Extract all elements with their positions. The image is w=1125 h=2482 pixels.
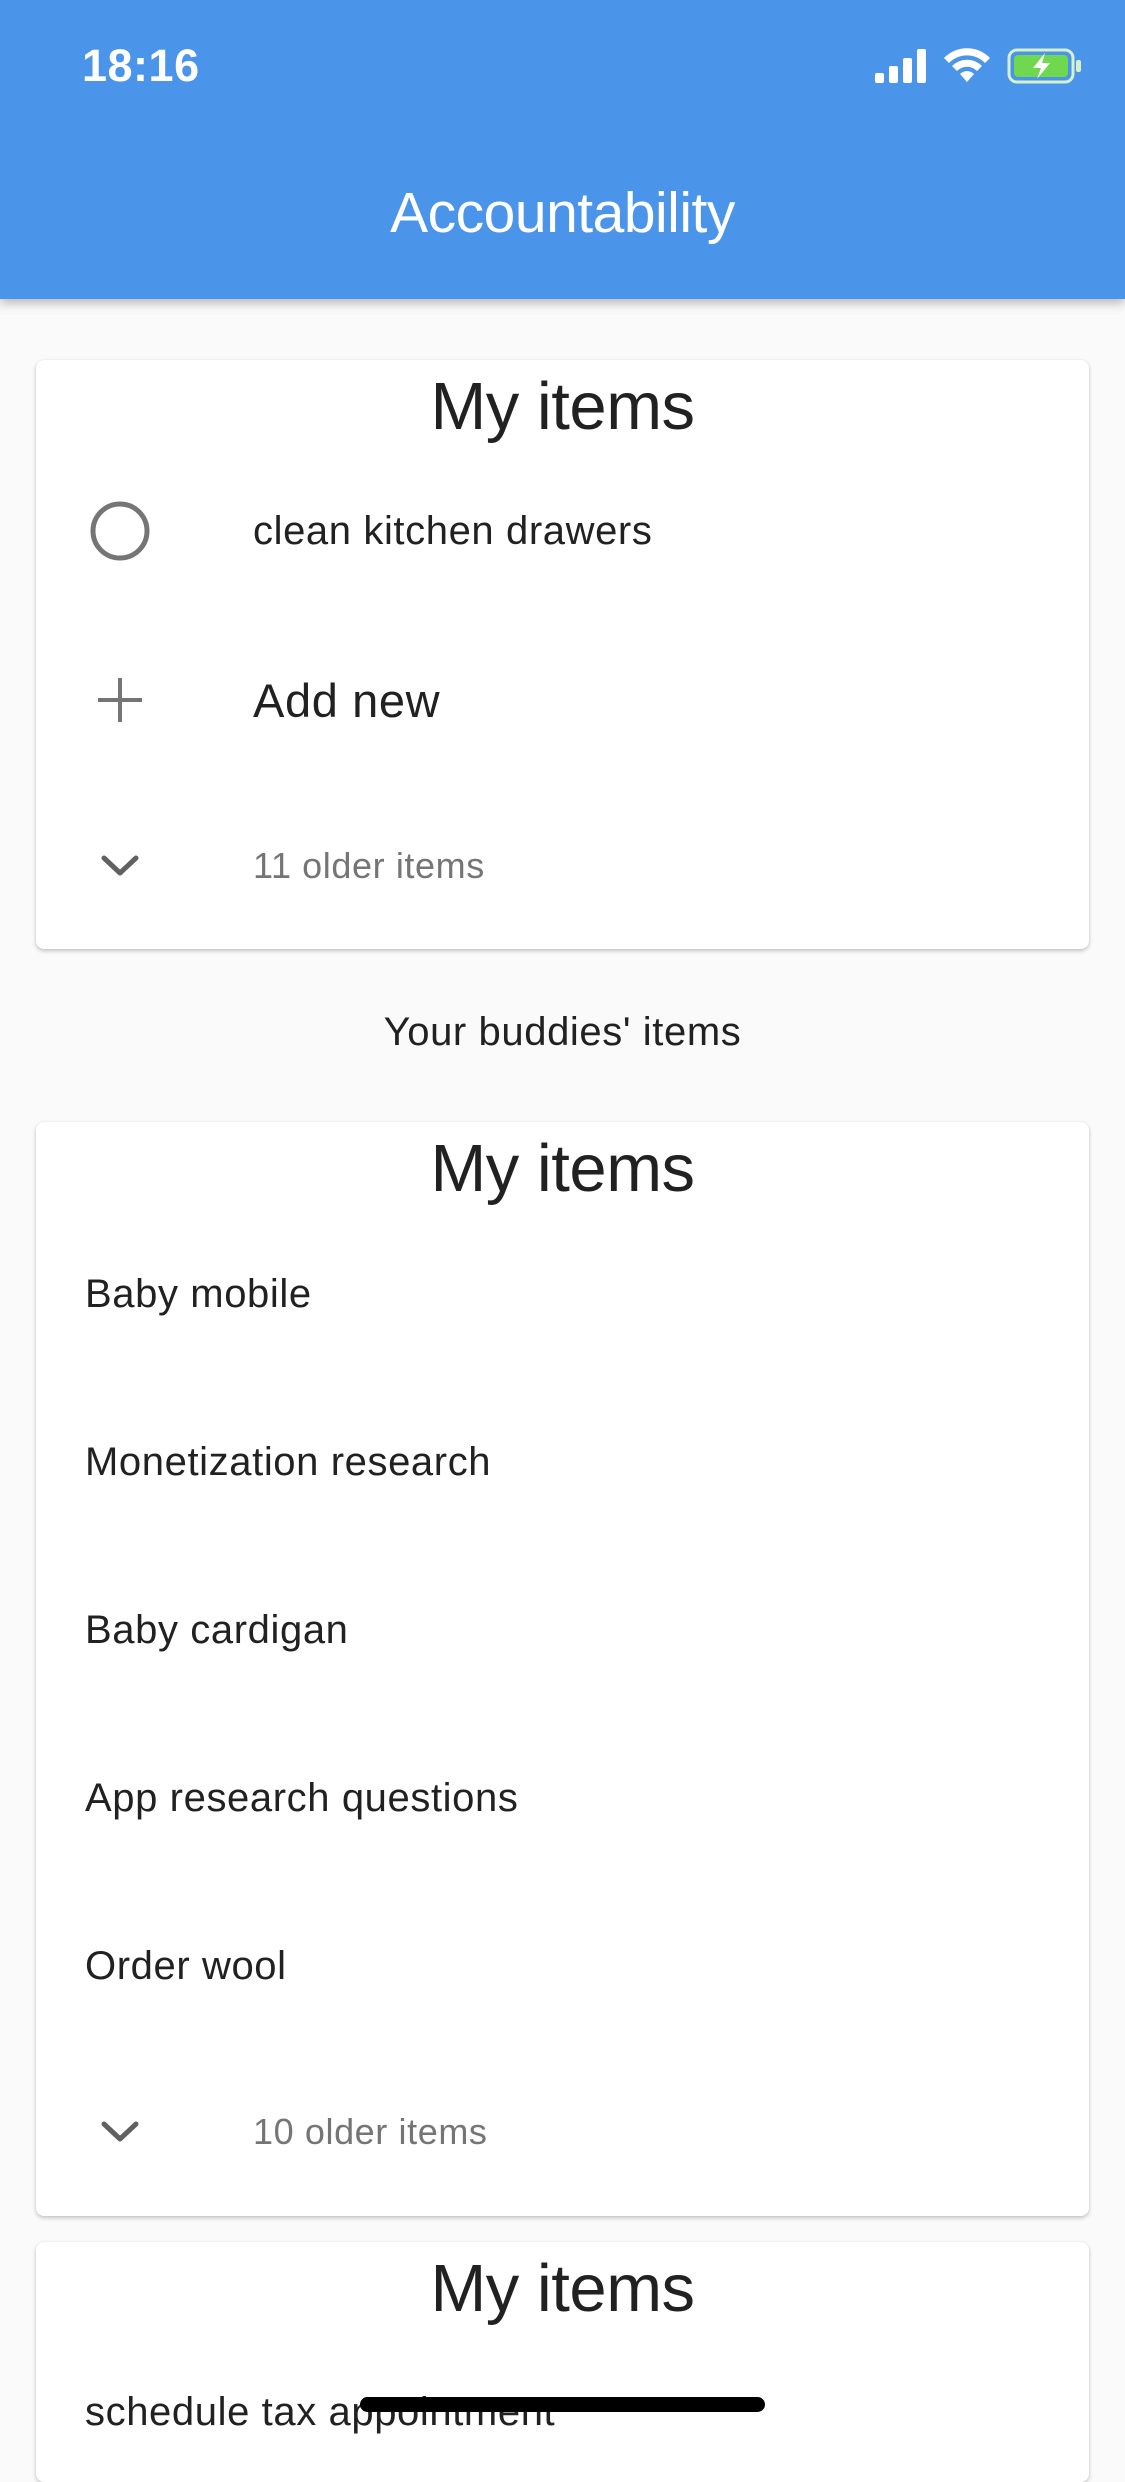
list-item[interactable]: schedule tax appointment — [36, 2362, 1089, 2462]
add-new-row[interactable]: Add new — [36, 650, 1089, 750]
card-title: My items — [430, 1131, 696, 1206]
card-title: My items — [430, 2251, 696, 2326]
status-icons — [875, 47, 1083, 90]
app-bar: 18:16 Accountability — [0, 0, 1125, 299]
plus-icon — [88, 668, 152, 732]
chevron-down-icon — [88, 2100, 152, 2164]
older-items-label: 11 older items — [253, 845, 485, 886]
list-item[interactable]: clean kitchen drawers — [36, 481, 1089, 581]
home-indicator[interactable] — [360, 2397, 765, 2412]
item-label: Baby cardigan — [85, 1607, 349, 1652]
item-label: Baby mobile — [85, 1271, 312, 1316]
item-label: App research questions — [85, 1775, 519, 1820]
list-item[interactable]: Monetization research — [36, 1412, 1089, 1512]
list-item[interactable]: Order wool — [36, 1916, 1089, 2016]
item-label: Order wool — [85, 1943, 287, 1988]
circle-checkbox-icon[interactable] — [88, 499, 152, 563]
card-title: My items — [430, 369, 696, 444]
page-title: Accountability — [390, 181, 735, 245]
item-label: clean kitchen drawers — [253, 508, 653, 553]
add-new-label: Add new — [253, 673, 441, 727]
my-items-card: My items clean kitchen drawers Add new 1… — [36, 360, 1089, 949]
battery-charging-icon — [1007, 47, 1083, 90]
buddy-items-card: My items Baby mobile Monetization resear… — [36, 1122, 1089, 2216]
chevron-down-icon — [88, 834, 152, 898]
cellular-signal-icon — [875, 48, 927, 88]
list-item[interactable]: Baby mobile — [36, 1244, 1089, 1344]
buddies-section-label: Your buddies' items — [383, 1010, 742, 1054]
older-items-label: 10 older items — [253, 2111, 488, 2152]
older-items-toggle[interactable]: 10 older items — [36, 2082, 1089, 2182]
buddy-items-card: My items schedule tax appointment — [36, 2242, 1089, 2482]
list-item[interactable]: App research questions — [36, 1748, 1089, 1848]
older-items-toggle[interactable]: 11 older items — [36, 816, 1089, 916]
status-time: 18:16 — [82, 40, 200, 91]
list-item[interactable]: Baby cardigan — [36, 1580, 1089, 1680]
wifi-icon — [943, 47, 991, 89]
item-label: Monetization research — [85, 1439, 492, 1484]
